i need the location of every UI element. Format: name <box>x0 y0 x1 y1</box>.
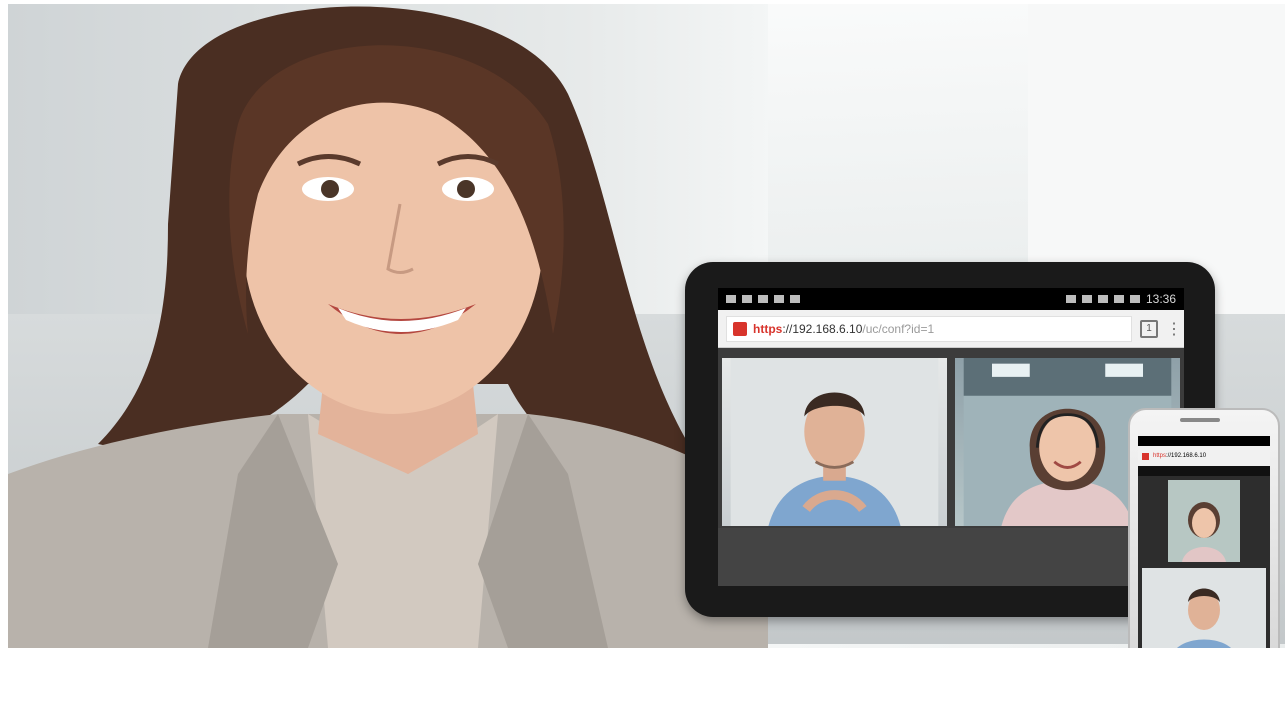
phone-participant-video-man[interactable] <box>1142 568 1266 656</box>
phone-url-host: ://192.168.6.10 <box>1166 453 1207 459</box>
battery-icon <box>1129 295 1140 303</box>
participant-video-man[interactable] <box>722 358 947 526</box>
globe-icon <box>742 295 752 303</box>
flag-icon <box>774 295 784 303</box>
phone-man-frame <box>1142 568 1266 656</box>
url-path: /uc/conf?id=1 <box>862 321 935 336</box>
phone-participant-video-woman[interactable] <box>1168 480 1240 562</box>
wifi-icon <box>1097 295 1108 303</box>
status-time: 13:36 <box>1145 292 1176 306</box>
android-status-bar: 13:36 <box>718 288 1184 310</box>
status-icons-right: 13:36 <box>1065 292 1176 306</box>
man-video-frame <box>730 358 939 526</box>
mail-icon <box>726 295 736 303</box>
phone-status-bar <box>1138 436 1270 446</box>
tab-switcher-button[interactable]: 1 <box>1140 319 1158 338</box>
video-conference-grid <box>718 348 1184 526</box>
status-icons-left <box>726 295 800 303</box>
conference-control-bar <box>718 528 1184 586</box>
message-icon <box>790 295 800 303</box>
signal-icon <box>1113 295 1124 303</box>
tablet-screen: 13:36 https://192.168.6.10/uc/conf?id=1 … <box>718 288 1184 586</box>
phone-woman-frame <box>1168 480 1240 562</box>
phone-screen: https://192.168.6.10 <box>1138 436 1270 672</box>
phone-speaker <box>1180 418 1220 422</box>
caption-strip <box>0 648 1285 702</box>
site-security-icon[interactable] <box>733 321 747 336</box>
bluetooth-icon <box>1065 295 1076 303</box>
url-host: ://192.168.6.10 <box>782 321 863 336</box>
overflow-menu-button[interactable]: ⋮ <box>1166 319 1182 339</box>
phone-conference-header <box>1138 466 1270 476</box>
browser-toolbar: https://192.168.6.10/uc/conf?id=1 1 ⋮ <box>718 310 1184 348</box>
nfc-icon <box>1081 295 1092 303</box>
address-bar[interactable]: https://192.168.6.10/uc/conf?id=1 <box>726 315 1132 342</box>
video-icon <box>758 295 768 303</box>
phone-site-security-icon <box>1142 452 1149 460</box>
phone-url-scheme: https <box>1153 453 1167 459</box>
phone-address-bar[interactable]: https://192.168.6.10 <box>1138 446 1270 466</box>
smiling-woman-photo <box>8 6 768 648</box>
url-scheme: https <box>753 321 783 336</box>
